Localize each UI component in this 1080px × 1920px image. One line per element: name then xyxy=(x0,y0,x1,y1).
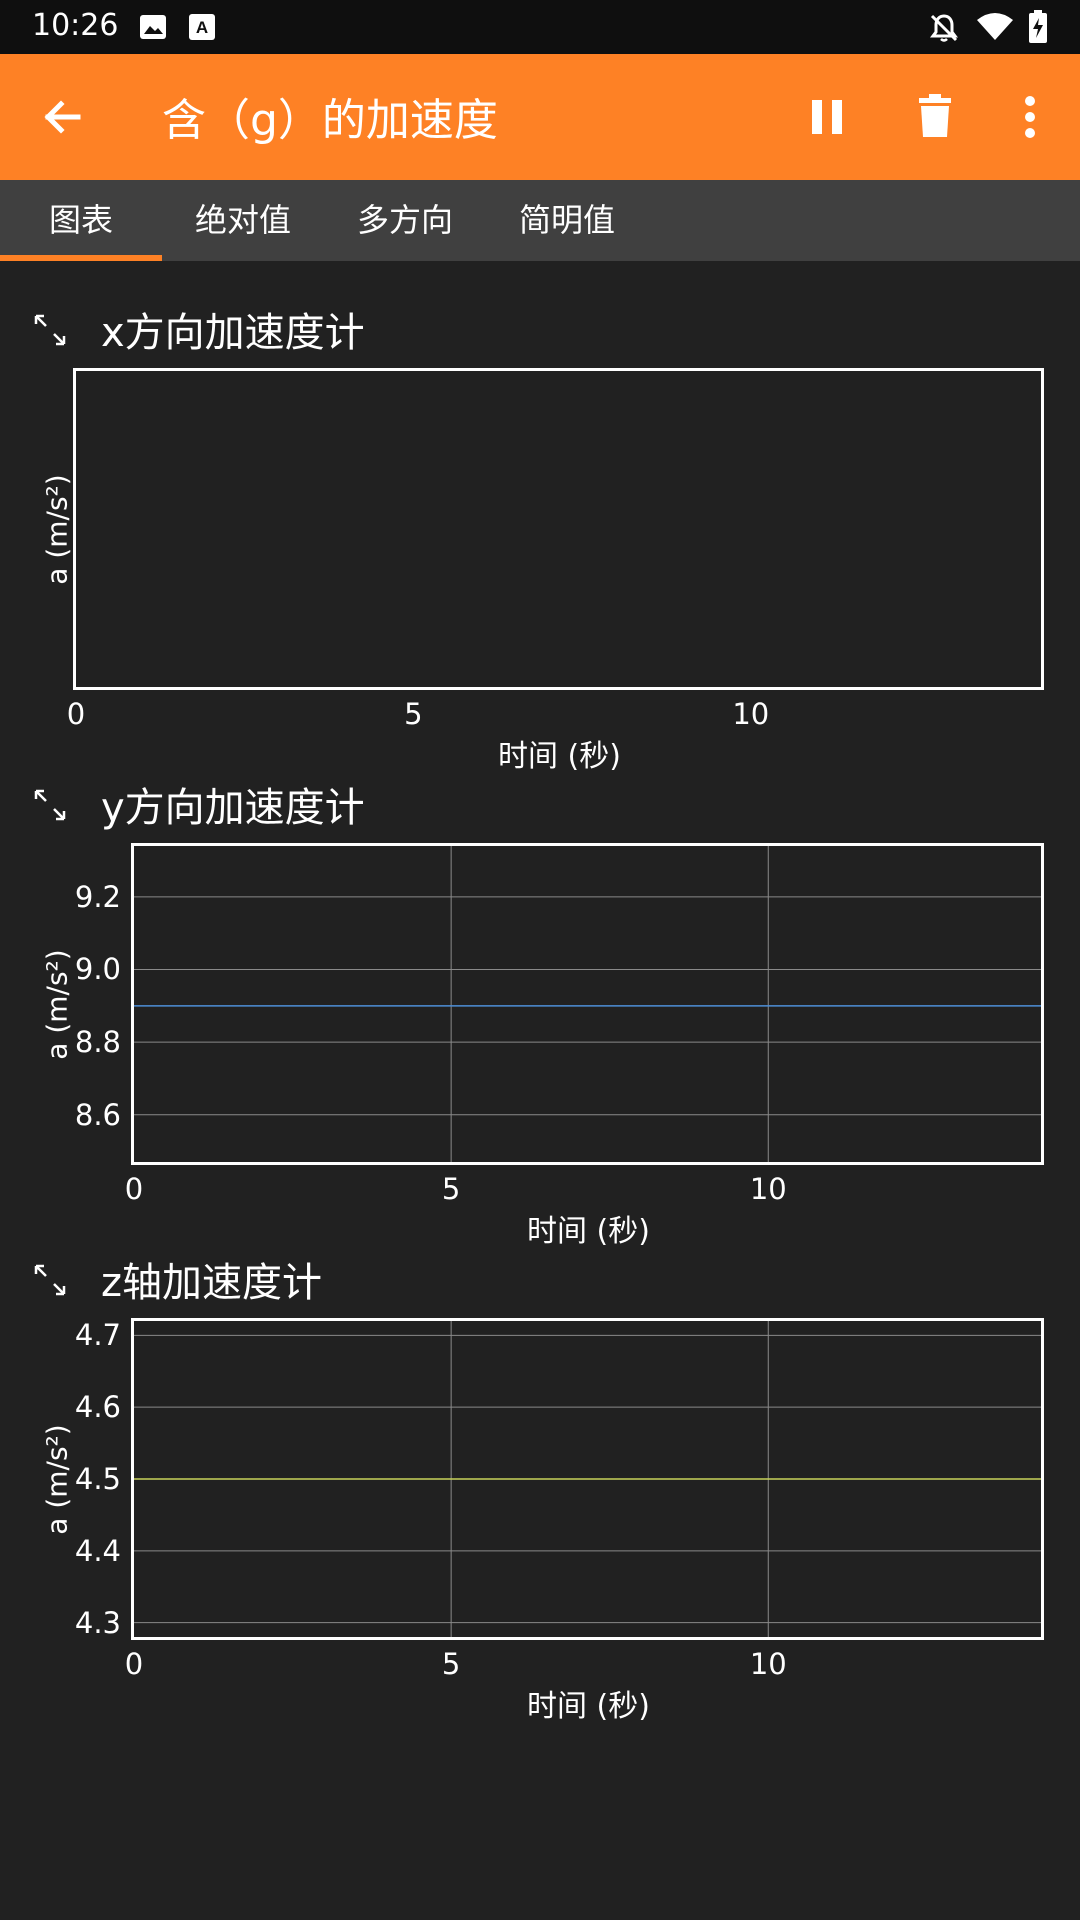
y-tick-label: 4.4 xyxy=(74,1533,121,1568)
pause-button[interactable] xyxy=(797,87,857,147)
app-bar: 含（g）的加速度 xyxy=(0,54,1080,180)
expand-button[interactable] xyxy=(32,1262,68,1298)
status-bar: 10:26 A xyxy=(0,0,1080,54)
tab-simple[interactable]: 简明值 xyxy=(486,180,648,261)
y-tick-label: 4.3 xyxy=(74,1605,121,1640)
tab-indicator xyxy=(0,255,162,261)
expand-icon xyxy=(34,1264,66,1296)
tab-bar: 图表 绝对值 多方向 简明值 xyxy=(0,180,1080,261)
x-axis-label: 时间 (秒) xyxy=(498,739,621,774)
a-box-icon: A xyxy=(188,12,216,42)
tab-absolute[interactable]: 绝对值 xyxy=(162,180,324,261)
chart-svg xyxy=(134,846,1041,1162)
trash-icon xyxy=(919,94,951,137)
chart-svg xyxy=(134,1321,1041,1637)
y-tick-label: 4.6 xyxy=(74,1390,121,1425)
tab-multi-direction[interactable]: 多方向 xyxy=(324,180,486,261)
y-axis-label: a (m/s²) xyxy=(40,949,74,1060)
expand-button[interactable] xyxy=(32,312,68,348)
x-tick-label: 10 xyxy=(749,1647,787,1681)
x-tick-label: 5 xyxy=(441,1172,461,1206)
graph-title: z轴加速度计 xyxy=(101,1260,322,1306)
x-tick-label: 0 xyxy=(66,697,86,731)
y-axis-label: a (m/s²) xyxy=(40,1424,74,1535)
more-options-button[interactable] xyxy=(1000,87,1060,147)
x-tick-label: 5 xyxy=(404,697,423,731)
graph-title: x方向加速度计 xyxy=(101,310,365,356)
plot-area[interactable] xyxy=(131,1318,1044,1640)
y-axis-label: a (m/s²) xyxy=(40,474,74,585)
plot-area[interactable] xyxy=(131,843,1044,1165)
tab-chart[interactable]: 图表 xyxy=(0,180,162,261)
y-tick-label: 4.7 xyxy=(74,1318,121,1353)
svg-text:A: A xyxy=(196,18,208,37)
x-tick-label: 10 xyxy=(732,697,770,731)
image-icon xyxy=(138,12,168,42)
delete-button[interactable] xyxy=(905,87,965,147)
x-tick-label: 5 xyxy=(441,1647,461,1681)
x-tick-label: 10 xyxy=(749,1172,787,1206)
y-tick-label: 4.5 xyxy=(74,1462,121,1496)
bell-off-icon xyxy=(928,12,960,44)
battery-charging-icon xyxy=(1028,10,1048,44)
expand-icon xyxy=(34,789,66,821)
wifi-icon xyxy=(976,12,1014,42)
graph-title: y方向加速度计 xyxy=(101,785,365,831)
x-axis-label: 时间 (秒) xyxy=(527,1689,650,1724)
expand-button[interactable] xyxy=(32,787,68,823)
status-time: 10:26 xyxy=(32,8,119,43)
plot-area[interactable] xyxy=(73,368,1044,690)
x-tick-label: 0 xyxy=(124,1172,144,1206)
expand-icon xyxy=(34,314,66,346)
back-button[interactable] xyxy=(36,90,90,144)
y-tick-label: 8.8 xyxy=(74,1025,121,1060)
app-title: 含（g）的加速度 xyxy=(162,95,498,146)
more-vert-icon xyxy=(1025,96,1035,138)
y-tick-label: 9.2 xyxy=(74,879,121,914)
chart-svg xyxy=(76,371,1041,687)
x-tick-label: 0 xyxy=(124,1647,144,1681)
arrow-back-icon xyxy=(44,100,81,134)
y-tick-label: 9.0 xyxy=(74,952,121,987)
pause-icon xyxy=(812,100,842,134)
x-axis-label: 时间 (秒) xyxy=(527,1214,650,1249)
y-tick-label: 8.6 xyxy=(74,1097,121,1132)
